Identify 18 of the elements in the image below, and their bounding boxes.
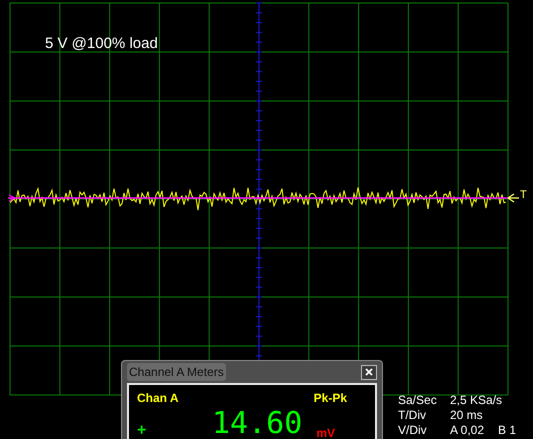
meter-value: 14.60 bbox=[212, 409, 302, 439]
readout-label: Sa/Sec bbox=[398, 393, 438, 408]
channel-label: Chan A bbox=[137, 390, 179, 407]
close-icon bbox=[365, 368, 373, 376]
readout-value: A 0,02 bbox=[450, 423, 484, 438]
readout-label: T/Div bbox=[398, 408, 427, 423]
readout-value: 2,5 KSa/s bbox=[450, 393, 502, 408]
trigger-arrow-icon bbox=[507, 193, 519, 203]
readout-label: V/Div bbox=[398, 423, 428, 438]
trigger-label: T bbox=[520, 190, 527, 201]
unit-label: mV bbox=[316, 427, 335, 439]
close-button[interactable] bbox=[361, 364, 377, 380]
readout-value: 20 ms bbox=[450, 408, 483, 423]
screen-label: 5 V @100% load bbox=[45, 34, 158, 54]
polarity-sign: + bbox=[137, 423, 148, 439]
readout-value: B 1 bbox=[498, 423, 516, 438]
measurement-label: Pk-Pk bbox=[314, 390, 347, 407]
window-title: Channel A Meters bbox=[127, 363, 226, 381]
